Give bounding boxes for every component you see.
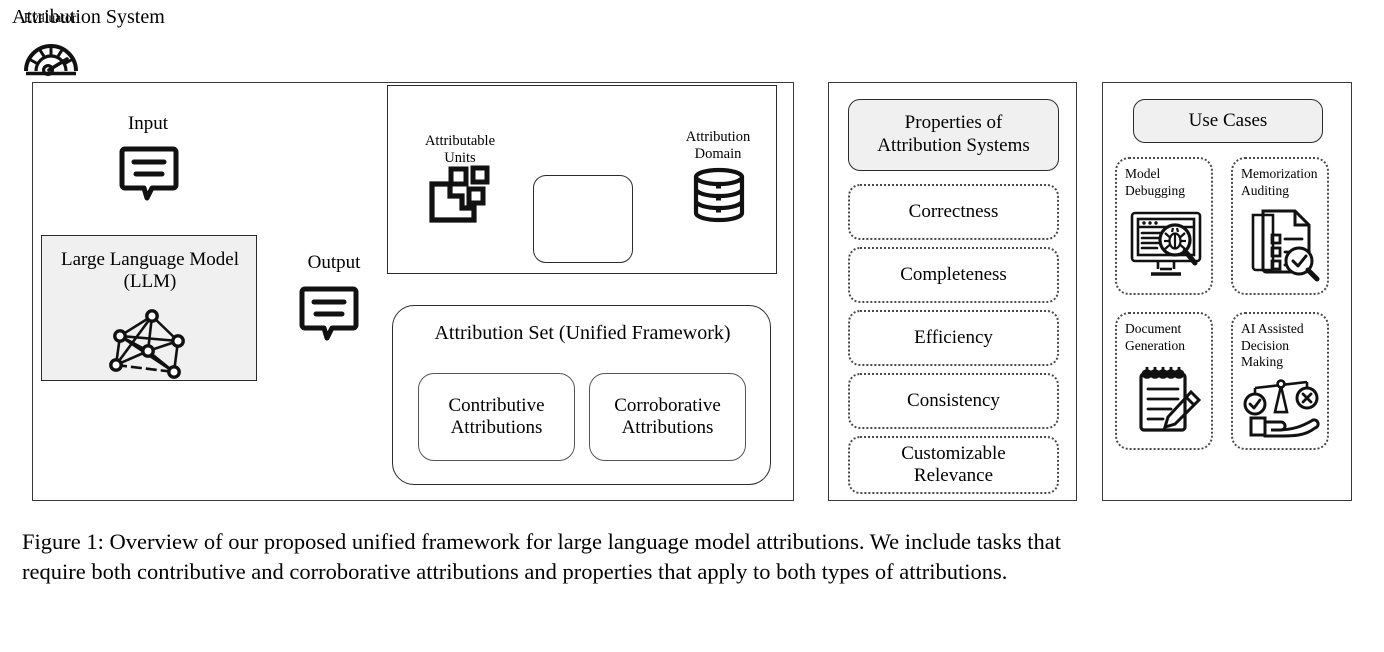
- properties-header-line1: Properties of: [904, 112, 1003, 134]
- use-case-document-generation-label: Document Generation: [1125, 321, 1213, 354]
- uc3-line3: Making: [1241, 354, 1283, 370]
- uc0-line1: Model: [1125, 166, 1161, 181]
- llm-box: Large Language Model (LLM): [41, 235, 257, 381]
- llm-title-line1: Large Language: [61, 249, 185, 270]
- caption-line-2: require both contributive and corroborat…: [22, 558, 1008, 584]
- contributive-attributions-box: Contributive Attributions: [418, 373, 575, 461]
- evaluator-label: Evaluator: [23, 10, 77, 25]
- corroborative-line1: Corroborative: [614, 394, 721, 416]
- use-cases-header: Use Cases: [1133, 99, 1323, 143]
- uc1-line2: Auditing: [1241, 182, 1290, 198]
- contributive-line1: Contributive: [448, 394, 545, 416]
- property-correctness[interactable]: Correctness: [848, 184, 1059, 240]
- use-case-memorization-auditing[interactable]: Memorization Auditing: [1231, 157, 1329, 295]
- notepad-pencil-icon: [1117, 362, 1215, 436]
- document-checklist-magnifier-icon: [1233, 207, 1331, 282]
- property-consistency-label: Consistency: [907, 389, 1000, 411]
- properties-header-line2: Attribution Systems: [877, 135, 1030, 156]
- use-case-model-debugging-label: Model Debugging: [1125, 166, 1213, 199]
- property-consistency[interactable]: Consistency: [848, 373, 1059, 429]
- input-label: Input: [127, 113, 169, 134]
- database-icon: [691, 167, 747, 224]
- gauge-icon: [22, 33, 80, 77]
- llm-title: Large Language Model (LLM): [42, 249, 258, 294]
- uc1-line1: Memorization: [1241, 166, 1318, 181]
- use-case-ai-assisted-decision-making-label: AI Assisted Decision Making: [1241, 321, 1329, 371]
- property-correctness-label: Correctness: [908, 200, 999, 222]
- contributive-line2: Attributions: [450, 417, 543, 438]
- property-customizable-line1: Customizable: [901, 442, 1006, 464]
- use-case-memorization-auditing-label: Memorization Auditing: [1241, 166, 1329, 199]
- evaluator-box: [533, 175, 633, 263]
- output-message-icon: [299, 285, 359, 341]
- attribution-domain-label-line2: Domain: [694, 145, 742, 162]
- caption-line-1: Figure 1: Overview of our proposed unifi…: [22, 529, 1061, 554]
- neural-network-icon: [100, 308, 200, 380]
- attribution-domain-label-line1: Attribution: [685, 129, 751, 145]
- uc3-line2: Decision: [1241, 337, 1289, 353]
- attribution-set-box: Attribution Set (Unified Framework) Cont…: [392, 305, 771, 485]
- corroborative-attributions-box: Corroborative Attributions: [589, 373, 746, 461]
- use-case-ai-assisted-decision-making[interactable]: AI Assisted Decision Making: [1231, 312, 1329, 450]
- use-cases-panel: Use Cases Model Debugging Memorization A…: [1102, 82, 1352, 501]
- attributable-units-label: Attributable Units: [406, 133, 514, 166]
- use-case-document-generation[interactable]: Document Generation: [1115, 312, 1213, 450]
- property-efficiency-label: Efficiency: [914, 326, 993, 348]
- properties-header: Properties of Attribution Systems: [848, 99, 1059, 171]
- input-message-icon: [119, 145, 179, 201]
- uc3-line1: AI Assisted: [1241, 321, 1304, 336]
- property-customizable-relevance[interactable]: Customizable Relevance: [848, 436, 1059, 494]
- corroborative-line2: Attributions: [621, 417, 714, 438]
- property-efficiency[interactable]: Efficiency: [848, 310, 1059, 366]
- attribution-set-title: Attribution Set (Unified Framework): [434, 322, 731, 344]
- attribution-domain-label: Attribution Domain: [663, 129, 773, 162]
- property-completeness-label: Completeness: [900, 263, 1007, 285]
- scales-hand-icon: [1233, 376, 1331, 438]
- figure-canvas: Input Large Language Model (LLM) Output …: [0, 0, 1384, 652]
- property-completeness[interactable]: Completeness: [848, 247, 1059, 303]
- attributable-units-icon: [428, 165, 490, 224]
- output-label: Output: [307, 252, 361, 273]
- attributable-units-label-line1: Attributable: [424, 133, 496, 149]
- figure-caption: Figure 1: Overview of our proposed unifi…: [22, 527, 1372, 587]
- property-customizable-line2: Relevance: [913, 465, 994, 486]
- properties-panel: Properties of Attribution Systems Correc…: [828, 82, 1077, 501]
- uc2-line2: Generation: [1125, 337, 1185, 353]
- uc2-line1: Document: [1125, 321, 1182, 336]
- uc0-line2: Debugging: [1125, 182, 1185, 198]
- use-case-model-debugging[interactable]: Model Debugging: [1115, 157, 1213, 295]
- attributable-units-label-line2: Units: [444, 149, 476, 166]
- monitor-bug-magnifier-icon: [1117, 207, 1215, 281]
